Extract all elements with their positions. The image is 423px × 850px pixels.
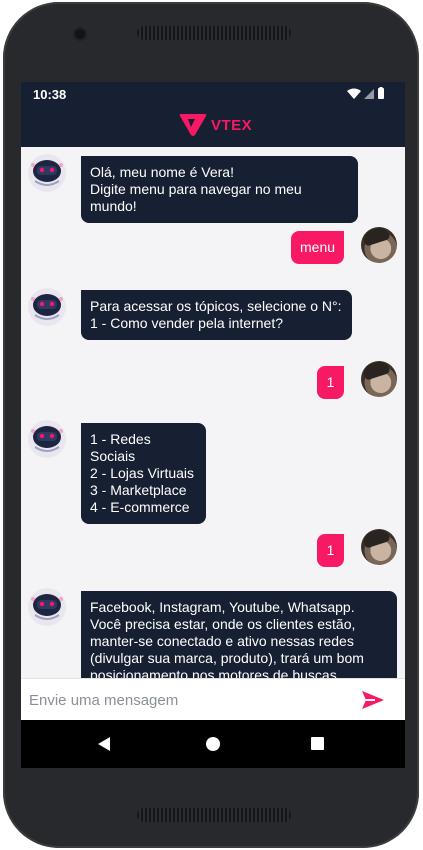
earpiece-speaker [137, 26, 291, 40]
user-avatar [361, 529, 397, 565]
bot-message-bubble: Olá, meu nome é Vera! Digite menu para n… [81, 156, 358, 223]
signal-icon [364, 89, 374, 99]
app-screen: 10:38 VTEX Olá, meu nome é Vera! Digite … [21, 82, 405, 768]
phone-frame: 10:38 VTEX Olá, meu nome é Vera! Digite … [3, 2, 419, 848]
message-composer [21, 678, 405, 720]
user-message-bubble: 1 [317, 366, 344, 399]
bot-avatar [28, 154, 66, 192]
bot-avatar [28, 588, 66, 626]
bot-message-bubble: Para acessar os tópicos, selecione o N°:… [81, 290, 352, 340]
bot-avatar [28, 288, 66, 326]
message-input[interactable] [29, 687, 349, 713]
home-icon[interactable] [206, 737, 220, 751]
battery-icon [378, 88, 384, 99]
status-icons [347, 87, 384, 99]
send-icon[interactable] [361, 689, 385, 711]
vtex-logo-icon [179, 114, 207, 136]
status-bar: 10:38 [21, 82, 405, 106]
wifi-icon [347, 88, 361, 99]
bot-avatar [28, 420, 66, 458]
brand-name: VTEX [211, 116, 253, 134]
chat-history[interactable]: Olá, meu nome é Vera! Digite menu para n… [21, 147, 405, 678]
back-icon[interactable] [97, 736, 111, 752]
user-message-bubble: 1 [317, 534, 344, 567]
bot-message-bubble: 1 - Redes Sociais 2 - Lojas Virtuais 3 -… [81, 423, 206, 524]
bot-message-bubble: Facebook, Instagram, Youtube, Whatsapp. … [81, 591, 397, 678]
status-time: 10:38 [33, 87, 67, 102]
bottom-speaker [137, 808, 291, 822]
recents-icon[interactable] [311, 737, 324, 750]
user-avatar [361, 227, 397, 263]
vtex-logo: VTEX [179, 113, 252, 137]
android-nav-bar [21, 720, 405, 768]
front-camera [75, 29, 85, 39]
user-message-bubble: menu [291, 231, 344, 264]
user-avatar [361, 361, 397, 397]
app-header: VTEX [21, 106, 405, 147]
